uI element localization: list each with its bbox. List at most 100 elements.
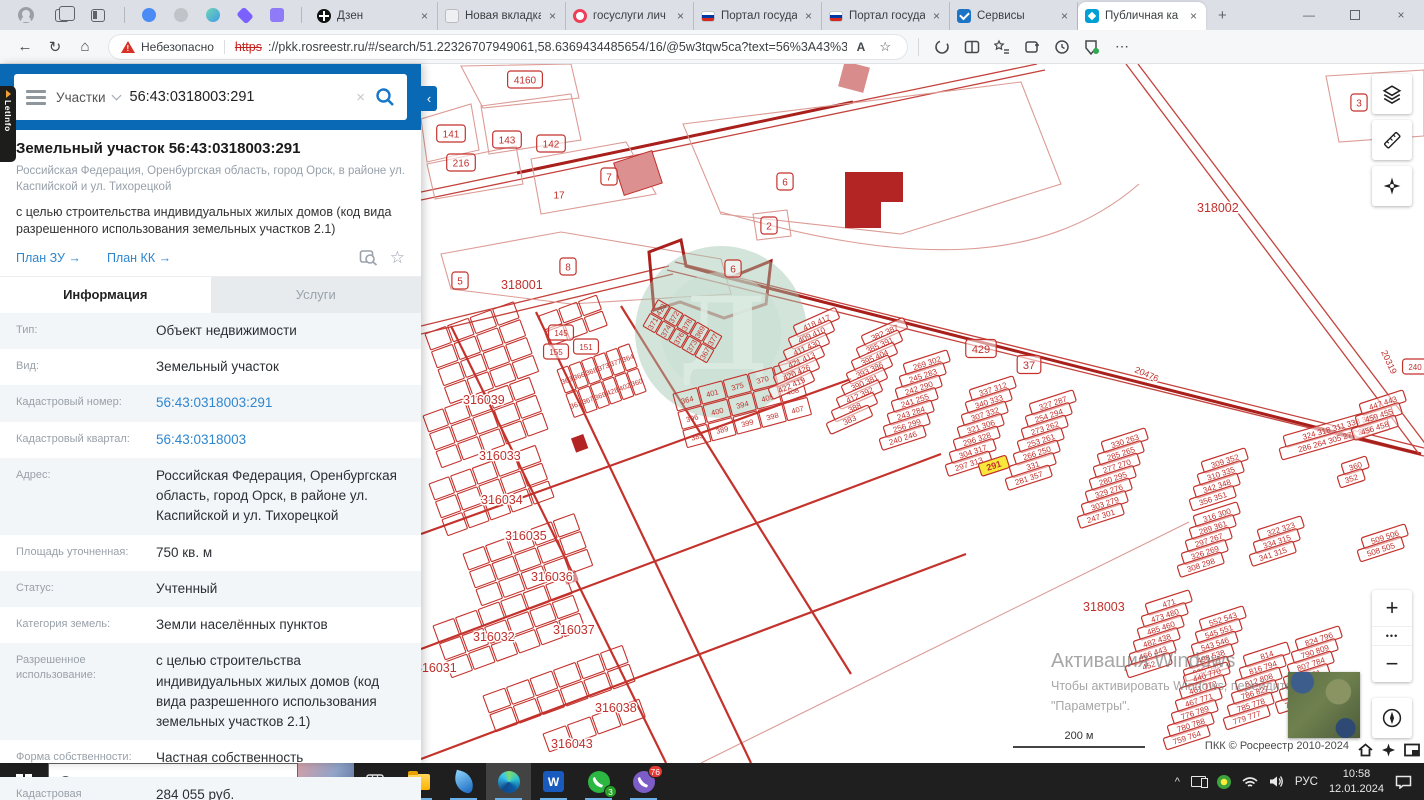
history-icon[interactable]	[1049, 36, 1075, 58]
tray-expand-icon[interactable]: ^	[1175, 776, 1180, 788]
clear-search-icon[interactable]: ×	[356, 89, 365, 106]
browser-tab[interactable]: Дзен ×	[310, 2, 438, 30]
language-indicator[interactable]: РУС	[1295, 776, 1318, 788]
edge-browser-icon[interactable]	[486, 763, 531, 800]
viber-icon[interactable]: 76	[621, 763, 666, 800]
row-label: Кадастровая стоимость:	[16, 787, 82, 800]
row-label: Категория земель:	[16, 618, 111, 631]
zoom-levels-button[interactable]: •••	[1372, 626, 1412, 646]
devices-icon[interactable]	[1190, 776, 1208, 788]
collapse-panel-button[interactable]: ‹	[421, 86, 437, 111]
settings-more-icon[interactable]: ⋯	[1109, 38, 1135, 55]
measure-ruler-button[interactable]	[1372, 120, 1412, 160]
row-value-link[interactable]: 56:43:0318003	[148, 422, 421, 458]
pkk-side-panel: Участки 56:43:0318003:291 × Земельный уч…	[0, 64, 421, 800]
new-tab-button[interactable]: +	[1206, 7, 1239, 24]
zoom-out-button[interactable]: −	[1372, 646, 1412, 682]
letinfo-sidebar-tab[interactable]: LetInfo	[0, 86, 16, 162]
row-label: Кадастровый квартал:	[16, 432, 130, 445]
browser-tab[interactable]: Портал госуда ×	[694, 2, 822, 30]
maximize-button[interactable]	[1332, 0, 1378, 30]
volume-icon[interactable]	[1269, 775, 1284, 788]
extension-icon[interactable]	[174, 8, 188, 22]
browser-tab-strip: Дзен × Новая вкладка × госуслуги лич × Портал …	[0, 0, 1424, 30]
browser-essentials-icon[interactable]	[929, 36, 955, 58]
map-canvas[interactable]: Д 37142337437237637837336936737736336636…	[421, 64, 1424, 763]
close-tab-icon[interactable]: ×	[931, 9, 942, 23]
extension-icon[interactable]	[142, 8, 156, 22]
position-star-icon[interactable]	[1381, 743, 1396, 757]
search-icon[interactable]	[375, 87, 395, 107]
favorite-star-icon[interactable]: ☆	[875, 39, 895, 55]
notifications-icon[interactable]	[1395, 775, 1412, 789]
table-row: Статус: Учтенный	[0, 570, 421, 608]
quarter-number-label: 316032	[473, 630, 515, 644]
adblock-extension-icon[interactable]	[1079, 36, 1105, 58]
table-row: Площадь уточненная: 750 кв. м	[0, 535, 421, 571]
home-button[interactable]: ⌂	[72, 38, 98, 55]
extension-icon[interactable]	[206, 8, 220, 22]
vertical-tabs-icon[interactable]	[91, 8, 105, 22]
row-value-link[interactable]: 56:43:0318003:291	[148, 385, 421, 421]
search-category-dropdown[interactable]: Участки	[56, 90, 121, 105]
close-tab-icon[interactable]: ×	[1059, 9, 1070, 23]
building	[570, 434, 589, 453]
close-tab-icon[interactable]: ×	[675, 9, 686, 23]
feather-app-icon[interactable]	[441, 763, 486, 800]
workspaces-icon[interactable]	[55, 5, 75, 22]
wifi-icon[interactable]	[1242, 776, 1258, 788]
back-button[interactable]: ←	[12, 38, 38, 55]
zoom-to-object-icon[interactable]	[359, 249, 378, 266]
plan-zu-link[interactable]: План ЗУ →	[16, 251, 81, 265]
browser-tab[interactable]: Сервисы ×	[950, 2, 1078, 30]
svg-text:361: 361	[569, 400, 582, 411]
split-screen-icon[interactable]	[959, 36, 985, 58]
cadastral-map[interactable]: Д 371 423 374 372 376 378 373 369 367 377 363 366 36…	[421, 64, 1424, 763]
browser-tab[interactable]: Новая вкладка ×	[438, 2, 566, 30]
parcel-usage-description: с целью строительства индивидуальных жил…	[16, 205, 392, 236]
my-position-button[interactable]	[1372, 166, 1412, 206]
close-tab-icon[interactable]: ×	[547, 9, 558, 23]
favorite-parcel-star-icon[interactable]: ☆	[390, 248, 405, 268]
parcel-grid[interactable]: 363366368373377364361367369428402360	[556, 343, 647, 418]
word-icon[interactable]: W	[531, 763, 576, 800]
browser-tab[interactable]: Портал госуда ×	[822, 2, 950, 30]
svg-text:360: 360	[630, 378, 643, 389]
favorites-bar-icon[interactable]	[989, 36, 1015, 58]
plan-kk-link[interactable]: План КК →	[107, 251, 171, 265]
tab-title: Сервисы	[977, 10, 1025, 22]
collections-icon[interactable]	[1019, 36, 1045, 58]
close-tab-icon[interactable]: ×	[419, 9, 430, 23]
row-label: Площадь уточненная:	[16, 545, 129, 558]
close-tab-icon[interactable]: ×	[803, 9, 814, 23]
close-tab-icon[interactable]: ×	[1188, 9, 1199, 23]
extension-icon[interactable]	[270, 8, 284, 22]
tab-information[interactable]: Информация	[0, 276, 211, 313]
insecure-warning-icon[interactable]: !	[121, 40, 135, 53]
layers-button[interactable]	[1372, 74, 1412, 114]
extension-icon[interactable]	[236, 6, 254, 24]
row-value: с целью строительства индивидуальных жил…	[156, 653, 380, 730]
zoom-in-button[interactable]: +	[1372, 590, 1412, 626]
refresh-button[interactable]: ↻	[42, 38, 68, 56]
compass-button[interactable]	[1372, 698, 1412, 738]
parcel-row[interactable]: 352	[1336, 468, 1366, 488]
home-view-icon[interactable]	[1358, 743, 1373, 757]
search-input[interactable]: 56:43:0318003:291	[130, 89, 347, 105]
parcel-number: 8	[565, 263, 571, 274]
minimap-satellite-thumbnail[interactable]	[1288, 672, 1360, 738]
minimap-toggle-icon[interactable]	[1404, 743, 1420, 757]
close-window-button[interactable]: ×	[1378, 0, 1424, 30]
row-value: 750 кв. м	[156, 544, 213, 560]
clock[interactable]: 10:58 12.01.2024	[1329, 767, 1384, 796]
browser-tab[interactable]: госуслуги лич ×	[566, 2, 694, 30]
profile-avatar-icon[interactable]	[18, 7, 34, 23]
whatsapp-icon[interactable]: 3	[576, 763, 621, 800]
minimize-button[interactable]: —	[1286, 0, 1332, 30]
antivirus-icon[interactable]	[1216, 774, 1231, 789]
browser-tab[interactable]: Публичная ка ×	[1078, 2, 1206, 30]
read-aloud-icon[interactable]: A	[853, 40, 870, 54]
url-field[interactable]: ! Небезопасно https ://pkk.rosreestr.ru/…	[108, 33, 908, 60]
tab-services[interactable]: Услуги	[210, 276, 421, 313]
menu-icon[interactable]	[26, 89, 46, 105]
